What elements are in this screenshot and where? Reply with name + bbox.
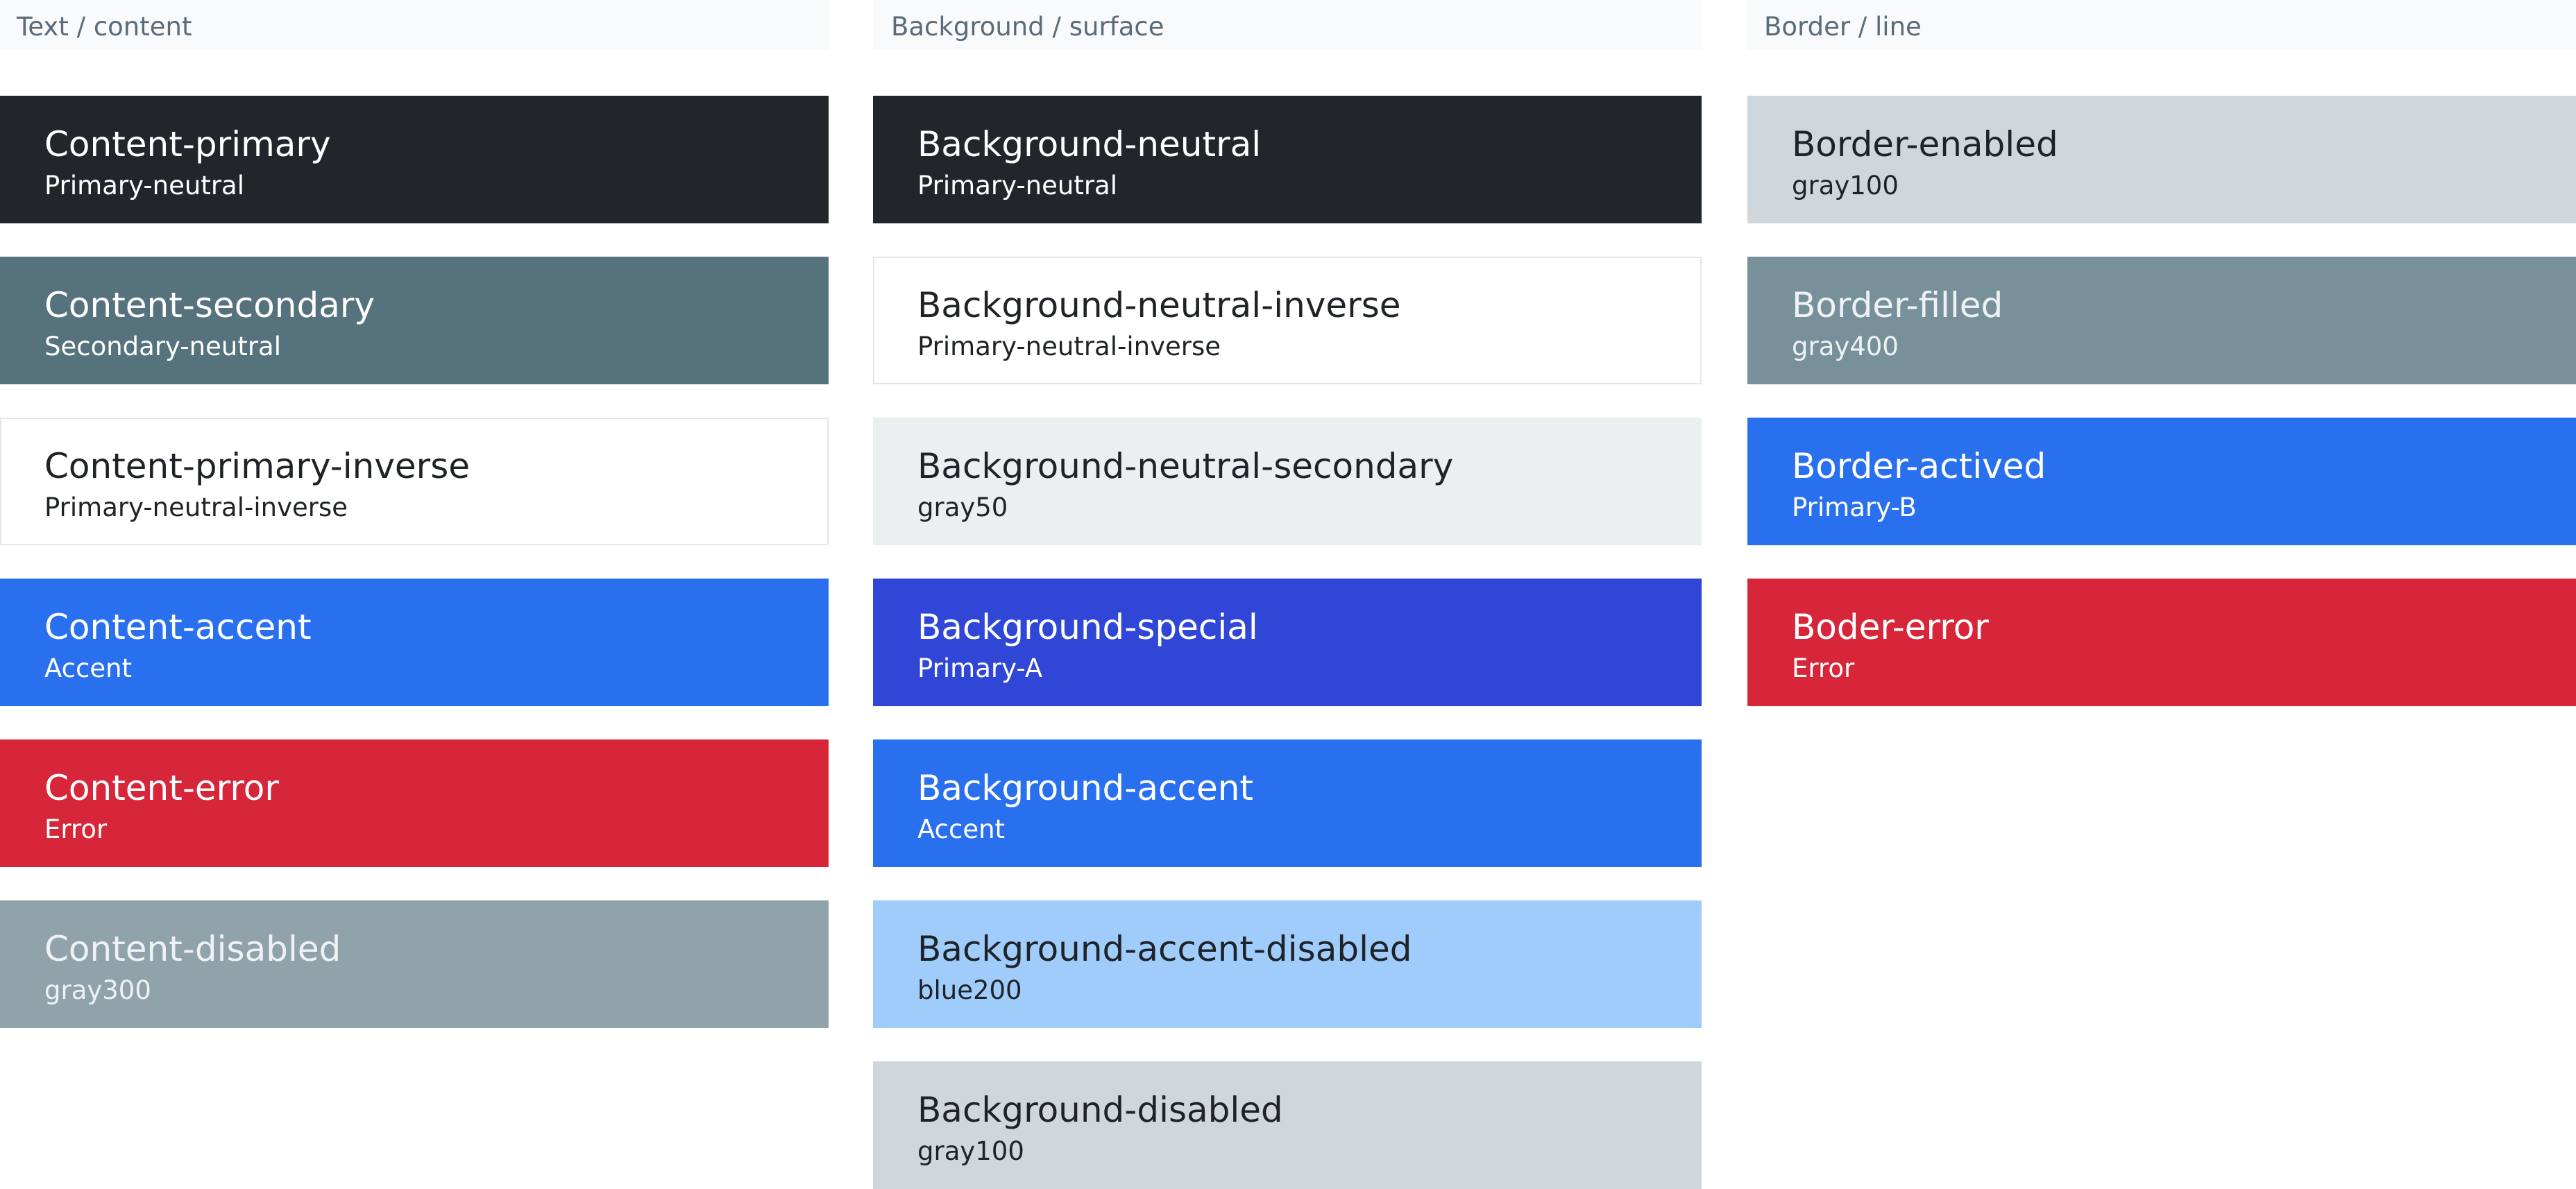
swatch-token: gray300 xyxy=(44,975,151,1005)
swatch-name: Content-accent xyxy=(44,607,312,647)
swatch-border-enabled: Border-enabled gray100 xyxy=(1747,96,2576,223)
swatch-content-error: Content-error Error xyxy=(0,739,829,867)
swatch-name: Background-accent xyxy=(917,768,1254,808)
swatch-content-accent: Content-accent Accent xyxy=(0,579,829,706)
swatch-token: Accent xyxy=(917,814,1006,844)
swatch-name: Border-filled xyxy=(1792,285,2003,325)
swatch-token: Secondary-neutral xyxy=(44,332,281,361)
swatch-name: Border-actived xyxy=(1792,446,2047,486)
column-header: Border / line xyxy=(1747,0,2576,49)
swatch-content-primary: Content-primary Primary-neutral xyxy=(0,96,829,223)
swatch-token: blue200 xyxy=(917,975,1022,1005)
swatch-name: Border-enabled xyxy=(1792,124,2058,164)
swatch-name: Background-neutral-inverse xyxy=(917,285,1401,325)
swatch-name: Content-disabled xyxy=(44,929,341,969)
swatch-name: Background-neutral xyxy=(917,124,1262,164)
column-header: Text / content xyxy=(0,0,829,49)
swatch-token: Primary-neutral-inverse xyxy=(44,493,348,522)
swatch-token: Primary-A xyxy=(917,653,1043,683)
swatch-background-neutral: Background-neutral Primary-neutral xyxy=(873,96,1702,223)
swatch-background-neutral-secondary: Background-neutral-secondary gray50 xyxy=(873,418,1702,545)
swatch-name: Content-primary xyxy=(44,124,331,164)
swatch-name: Boder-error xyxy=(1792,607,1989,647)
swatch-token: gray100 xyxy=(917,1136,1024,1166)
swatch-content-secondary: Content-secondary Secondary-neutral xyxy=(0,257,829,384)
swatch-name: Background-special xyxy=(917,607,1258,647)
swatch-background-special: Background-special Primary-A xyxy=(873,579,1702,706)
swatch-name: Background-neutral-secondary xyxy=(917,446,1454,486)
swatch-background-accent-disabled: Background-accent-disabled blue200 xyxy=(873,900,1702,1028)
swatch-token: Primary-neutral-inverse xyxy=(917,332,1221,361)
swatch-name: Background-accent-disabled xyxy=(917,929,1412,969)
swatch-token: Primary-neutral xyxy=(917,171,1118,200)
swatch-token: Primary-neutral xyxy=(44,171,245,200)
swatch-background-accent: Background-accent Accent xyxy=(873,739,1702,867)
background-surface-column: Background / surface Background-neutral … xyxy=(873,0,1702,1189)
swatch-background-disabled: Background-disabled gray100 xyxy=(873,1061,1702,1189)
text-content-column: Text / content Content-primary Primary-n… xyxy=(0,0,829,1028)
swatch-token: gray50 xyxy=(917,493,1008,522)
swatch-border-actived: Border-actived Primary-B xyxy=(1747,418,2576,545)
swatch-token: Error xyxy=(1792,653,1855,683)
swatch-token: gray400 xyxy=(1792,332,1899,361)
swatch-name: Content-error xyxy=(44,768,279,808)
swatch-name: Background-disabled xyxy=(917,1090,1283,1130)
swatch-content-primary-inverse: Content-primary-inverse Primary-neutral-… xyxy=(0,418,829,545)
swatch-token: gray100 xyxy=(1792,171,1899,200)
swatch-boder-error: Boder-error Error xyxy=(1747,579,2576,706)
swatch-name: Content-secondary xyxy=(44,285,375,325)
swatch-background-neutral-inverse: Background-neutral-inverse Primary-neutr… xyxy=(873,257,1702,384)
swatch-token: Primary-B xyxy=(1792,493,1917,522)
column-header: Background / surface xyxy=(873,0,1702,49)
swatch-content-disabled: Content-disabled gray300 xyxy=(0,900,829,1028)
swatch-token: Accent xyxy=(44,653,133,683)
swatch-border-filled: Border-filled gray400 xyxy=(1747,257,2576,384)
border-line-column: Border / line Border-enabled gray100 Bor… xyxy=(1747,0,2576,706)
swatch-token: Error xyxy=(44,814,108,844)
swatch-name: Content-primary-inverse xyxy=(44,446,471,486)
